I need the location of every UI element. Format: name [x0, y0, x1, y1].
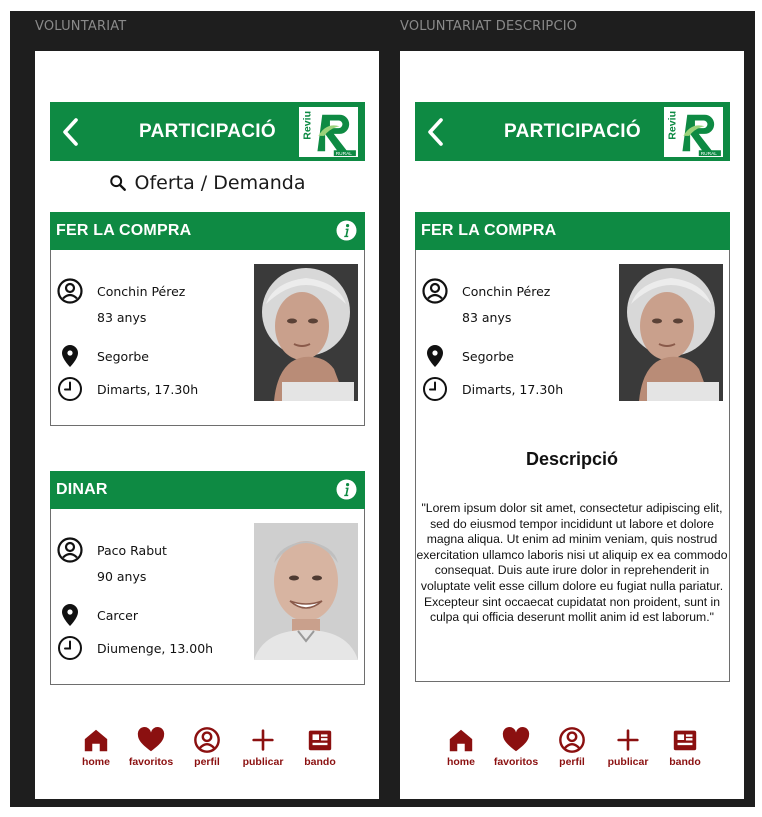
- elderly-woman-photo: [619, 264, 723, 401]
- phone-screen-descripcio: PARTICIPACIÓ FER LA COMPRA Conchin Pérez…: [400, 51, 744, 799]
- card-header: DINAR: [50, 471, 365, 509]
- app-header: PARTICIPACIÓ: [50, 102, 365, 161]
- location-pin-icon: [421, 342, 449, 370]
- schedule: Dimarts, 17.30h: [97, 381, 199, 397]
- nav-bando[interactable]: bando: [292, 726, 348, 768]
- person-name: Conchin Pérez: [462, 283, 551, 299]
- person-name-row: Conchin Pérez: [421, 277, 550, 305]
- news-icon: [306, 726, 334, 754]
- schedule-row: Dimarts, 17.30h: [56, 375, 198, 403]
- location-row: Carcer: [56, 601, 138, 629]
- logo-icon: [299, 107, 358, 157]
- nav-favoritos[interactable]: favoritos: [488, 726, 544, 768]
- user-icon: [56, 536, 84, 564]
- nav-label: bando: [304, 756, 336, 768]
- user-circle-icon: [558, 726, 586, 754]
- person-photo: [254, 523, 358, 660]
- schedule-row: Dimarts, 17.30h: [421, 375, 563, 403]
- location-pin-icon: [56, 342, 84, 370]
- clock-icon: [56, 375, 84, 403]
- card-title: DINAR: [56, 481, 108, 498]
- location: Carcer: [97, 607, 138, 623]
- location-row: Segorbe: [421, 342, 514, 370]
- person-name-row: Conchin Pérez: [56, 277, 185, 305]
- nav-label: favoritos: [493, 756, 539, 768]
- home-icon: [82, 726, 110, 754]
- nav-home[interactable]: home: [433, 726, 489, 768]
- info-button[interactable]: [336, 479, 357, 500]
- bottom-nav: home favoritos perfil publicar bando: [400, 726, 744, 776]
- location: Segorbe: [97, 348, 149, 364]
- person-name: Paco Rabut: [97, 542, 167, 558]
- reviu-rural-logo: [298, 106, 359, 158]
- search-label: Oferta / Demanda: [134, 172, 306, 194]
- nav-label: home: [446, 756, 475, 768]
- person-name: Conchin Pérez: [97, 283, 186, 299]
- nav-favoritos[interactable]: favoritos: [123, 726, 179, 768]
- person-age-row: 90 anys: [56, 569, 146, 584]
- schedule-row: Diumenge, 13.00h: [56, 634, 213, 662]
- nav-label: bando: [669, 756, 701, 768]
- reviu-rural-logo: [663, 106, 724, 158]
- logo-icon: [664, 107, 723, 157]
- info-icon: [336, 479, 357, 500]
- user-circle-icon: [193, 726, 221, 754]
- person-photo: [619, 264, 723, 401]
- phone-screen-voluntariat: PARTICIPACIÓ Oferta / Demanda FER LA COM…: [35, 51, 379, 799]
- schedule: Dimarts, 17.30h: [462, 381, 564, 397]
- location-row: Segorbe: [56, 342, 149, 370]
- person-age-row: 83 anys: [56, 310, 146, 325]
- home-icon: [447, 726, 475, 754]
- card-header: FER LA COMPRA: [415, 212, 730, 250]
- card-header: FER LA COMPRA: [50, 212, 365, 250]
- clock-icon: [56, 634, 84, 662]
- card-title: FER LA COMPRA: [56, 222, 192, 239]
- nav-label: publicar: [607, 756, 649, 768]
- clock-icon: [421, 375, 449, 403]
- frame-label: VOLUNTARIAT: [35, 19, 127, 34]
- person-age: 83 anys: [97, 310, 147, 325]
- person-photo: [254, 264, 358, 401]
- nav-perfil[interactable]: perfil: [544, 726, 600, 768]
- info-icon: [336, 220, 357, 241]
- user-icon: [56, 277, 84, 305]
- nav-publicar[interactable]: publicar: [235, 726, 291, 768]
- frame-label: VOLUNTARIAT DESCRIPCIO: [400, 19, 578, 34]
- elderly-woman-photo: [254, 264, 358, 401]
- news-icon: [671, 726, 699, 754]
- plus-icon: [614, 726, 642, 754]
- nav-label: home: [81, 756, 110, 768]
- nav-label: favoritos: [128, 756, 174, 768]
- bottom-nav: home favoritos perfil publicar bando: [35, 726, 379, 776]
- nav-label: perfil: [194, 756, 220, 768]
- app-header: PARTICIPACIÓ: [415, 102, 730, 161]
- person-age-row: 83 anys: [421, 310, 511, 325]
- nav-publicar[interactable]: publicar: [600, 726, 656, 768]
- elderly-man-photo: [254, 523, 358, 660]
- nav-label: publicar: [242, 756, 284, 768]
- nav-home[interactable]: home: [68, 726, 124, 768]
- volunteer-card[interactable]: FER LA COMPRA Conchin Pérez 83 anys Sego…: [50, 212, 365, 426]
- heart-icon: [502, 726, 530, 754]
- card-title: FER LA COMPRA: [421, 222, 557, 239]
- search-offer-demand[interactable]: Oferta / Demanda: [35, 171, 379, 195]
- description-title: Descripció: [525, 449, 619, 469]
- search-icon: [109, 174, 127, 192]
- volunteer-card[interactable]: DINAR Paco Rabut 90 anys Carcer Diumenge…: [50, 471, 365, 685]
- location: Segorbe: [462, 348, 514, 364]
- heart-icon: [137, 726, 165, 754]
- location-pin-icon: [56, 601, 84, 629]
- schedule: Diumenge, 13.00h: [97, 640, 214, 656]
- nav-perfil[interactable]: perfil: [179, 726, 235, 768]
- nav-label: perfil: [559, 756, 585, 768]
- person-age: 83 anys: [462, 310, 512, 325]
- info-button[interactable]: [336, 220, 357, 241]
- person-name-row: Paco Rabut: [56, 536, 167, 564]
- user-icon: [421, 277, 449, 305]
- description-body: "Lorem ipsum dolor sit amet, consectetur…: [416, 501, 728, 625]
- nav-bando[interactable]: bando: [657, 726, 713, 768]
- person-age: 90 anys: [97, 569, 147, 584]
- plus-icon: [249, 726, 277, 754]
